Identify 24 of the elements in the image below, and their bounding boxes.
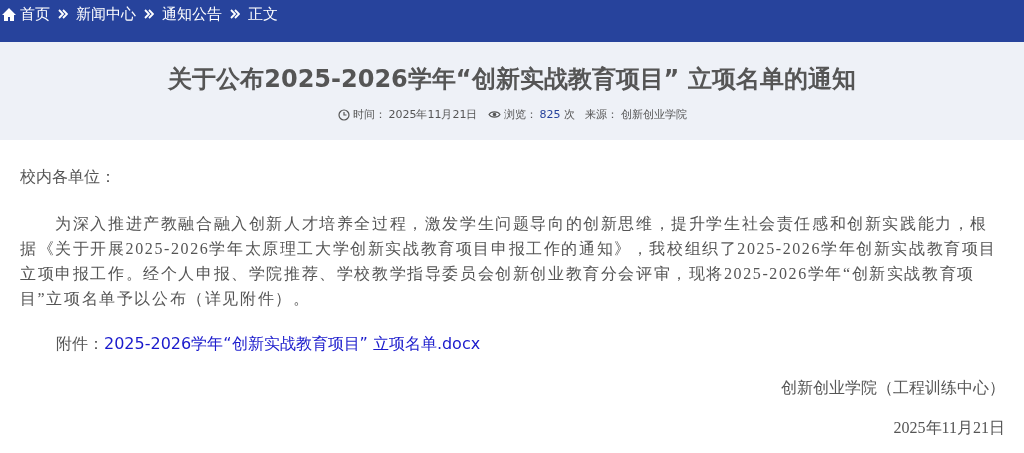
signature: 创新创业学院（工程训练中心）	[780, 377, 1005, 399]
source-label: 来源：	[584, 107, 618, 122]
breadcrumb-link[interactable]: 通知公告	[162, 4, 222, 24]
home-icon	[1, 6, 17, 22]
time-label: 时间：	[352, 107, 386, 122]
attachment-link[interactable]: 2025-2026学年“创新实战教育项目” 立项名单.docx	[104, 334, 481, 353]
chevron-icon	[58, 9, 68, 19]
eye-icon	[487, 110, 501, 119]
salutation: 校内各单位：	[20, 166, 117, 188]
chevron-icon	[230, 9, 240, 19]
clock-icon	[337, 108, 350, 121]
breadcrumb-link[interactable]: 新闻中心	[76, 4, 136, 24]
article-title: 关于公布2025-2026学年“创新实战教育项目” 立项名单的通知	[168, 64, 856, 95]
breadcrumb-current: 正文	[248, 4, 278, 24]
chevron-icon	[144, 9, 154, 19]
signature-date: 2025年11月21日	[892, 418, 1005, 438]
source-name: 创新创业学院	[620, 107, 687, 122]
views-unit: 次	[563, 107, 575, 122]
publish-date: 2025年11月21日	[388, 107, 478, 122]
attachment-label: 附件：	[56, 334, 104, 353]
view-count: 825	[539, 108, 561, 121]
views-label: 浏览：	[503, 107, 537, 122]
body-paragraph: 为深入推进产教融合融入创新人才培养全过程，激发学生问题导向的创新思维，提升学生社会责任感和创新实践能力，根据《关于开展2025-2026学年太原理工大学创新实战教育项目申报工作的通知》，我校组织了2025-2026学年创新实战教育项目立项申报工作。经个人申报、学院推荐、学校教学指导委员会创新创业教育分会评审，现将2025-2026学年“创新实战教育项目”立项名单予以公布（详见附件）。	[20, 214, 999, 309]
breadcrumb-link[interactable]: 首页	[20, 4, 50, 24]
